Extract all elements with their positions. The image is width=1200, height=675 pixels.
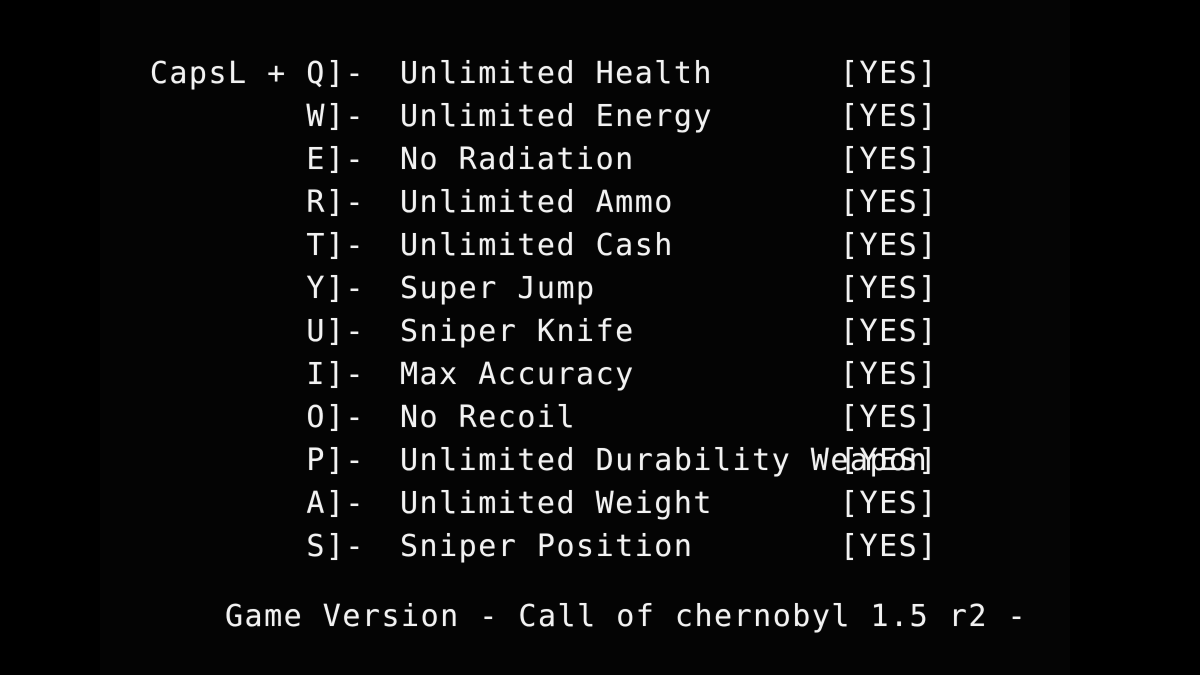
cheat-hotkey-label: Y]- <box>306 271 365 306</box>
cheat-row[interactable]: R]- Unlimited Ammo [YES] <box>0 181 1200 224</box>
cheat-hotkey-label: W]- <box>306 99 365 134</box>
cheat-hotkey-label: O]- <box>306 400 365 435</box>
cheat-row[interactable]: E]- No Radiation [YES] <box>0 138 1200 181</box>
cheat-row[interactable]: U]- Sniper Knife [YES] <box>0 310 1200 353</box>
cheat-row[interactable]: T]- Unlimited Cash [YES] <box>0 224 1200 267</box>
cheat-name-label: No Recoil <box>400 400 577 435</box>
cheat-name-label: Sniper Position <box>400 529 694 564</box>
cheat-name-label: Super Jump <box>400 271 596 306</box>
cheat-name-label: Unlimited Health <box>400 56 713 91</box>
cheat-name-label: Unlimited Energy <box>400 99 713 134</box>
cheat-hotkey-label: S]- <box>306 529 365 564</box>
cheat-row[interactable]: S]- Sniper Position [YES] <box>0 525 1200 568</box>
cheat-hotkey-label: U]- <box>306 314 365 349</box>
cheat-row[interactable]: I]- Max Accuracy [YES] <box>0 353 1200 396</box>
cheat-status-badge: [YES] <box>840 99 938 134</box>
cheat-status-badge: [YES] <box>840 443 938 478</box>
cheat-name-label: Unlimited Ammo <box>400 185 674 220</box>
cheat-name-label: Sniper Knife <box>400 314 635 349</box>
cheat-row[interactable]: CapsL + Q]- Unlimited Health [YES] <box>0 52 1200 95</box>
cheat-row[interactable]: P]- Unlimited Durability Weapon [YES] <box>0 439 1200 482</box>
cheat-row[interactable]: W]- Unlimited Energy [YES] <box>0 95 1200 138</box>
cheat-hotkey-label: E]- <box>306 142 365 177</box>
cheat-hotkey-label: I]- <box>306 357 365 392</box>
cheat-status-badge: [YES] <box>840 400 938 435</box>
cheat-status-badge: [YES] <box>840 314 938 349</box>
cheat-hotkey-label: A]- <box>306 486 365 521</box>
cheat-hotkey-label: T]- <box>306 228 365 263</box>
game-overlay-screen: CapsL + Q]- Unlimited Health [YES] W]- Unlim… <box>0 0 1200 675</box>
cheat-status-badge: [YES] <box>840 271 938 306</box>
cheat-name-label: Unlimited Weight <box>400 486 713 521</box>
cheat-status-badge: [YES] <box>840 228 938 263</box>
cheat-hotkey-label: CapsL + Q]- <box>149 56 365 91</box>
cheat-status-badge: [YES] <box>840 529 938 564</box>
cheat-status-badge: [YES] <box>840 357 938 392</box>
cheat-status-badge: [YES] <box>840 142 938 177</box>
cheat-name-label: Max Accuracy <box>400 357 635 392</box>
cheat-status-badge: [YES] <box>840 486 938 521</box>
cheat-status-badge: [YES] <box>840 56 938 91</box>
cheat-row[interactable]: A]- Unlimited Weight [YES] <box>0 482 1200 525</box>
cheat-hotkey-label: R]- <box>306 185 365 220</box>
cheat-row[interactable]: O]- No Recoil [YES] <box>0 396 1200 439</box>
game-version-label: Game Version - Call of chernobyl 1.5 r2 … <box>225 599 1028 634</box>
cheat-hotkey-label: P]- <box>306 443 365 478</box>
cheat-status-badge: [YES] <box>840 185 938 220</box>
cheat-row[interactable]: Y]- Super Jump [YES] <box>0 267 1200 310</box>
cheat-name-label: Unlimited Cash <box>400 228 674 263</box>
cheat-name-label: No Radiation <box>400 142 635 177</box>
